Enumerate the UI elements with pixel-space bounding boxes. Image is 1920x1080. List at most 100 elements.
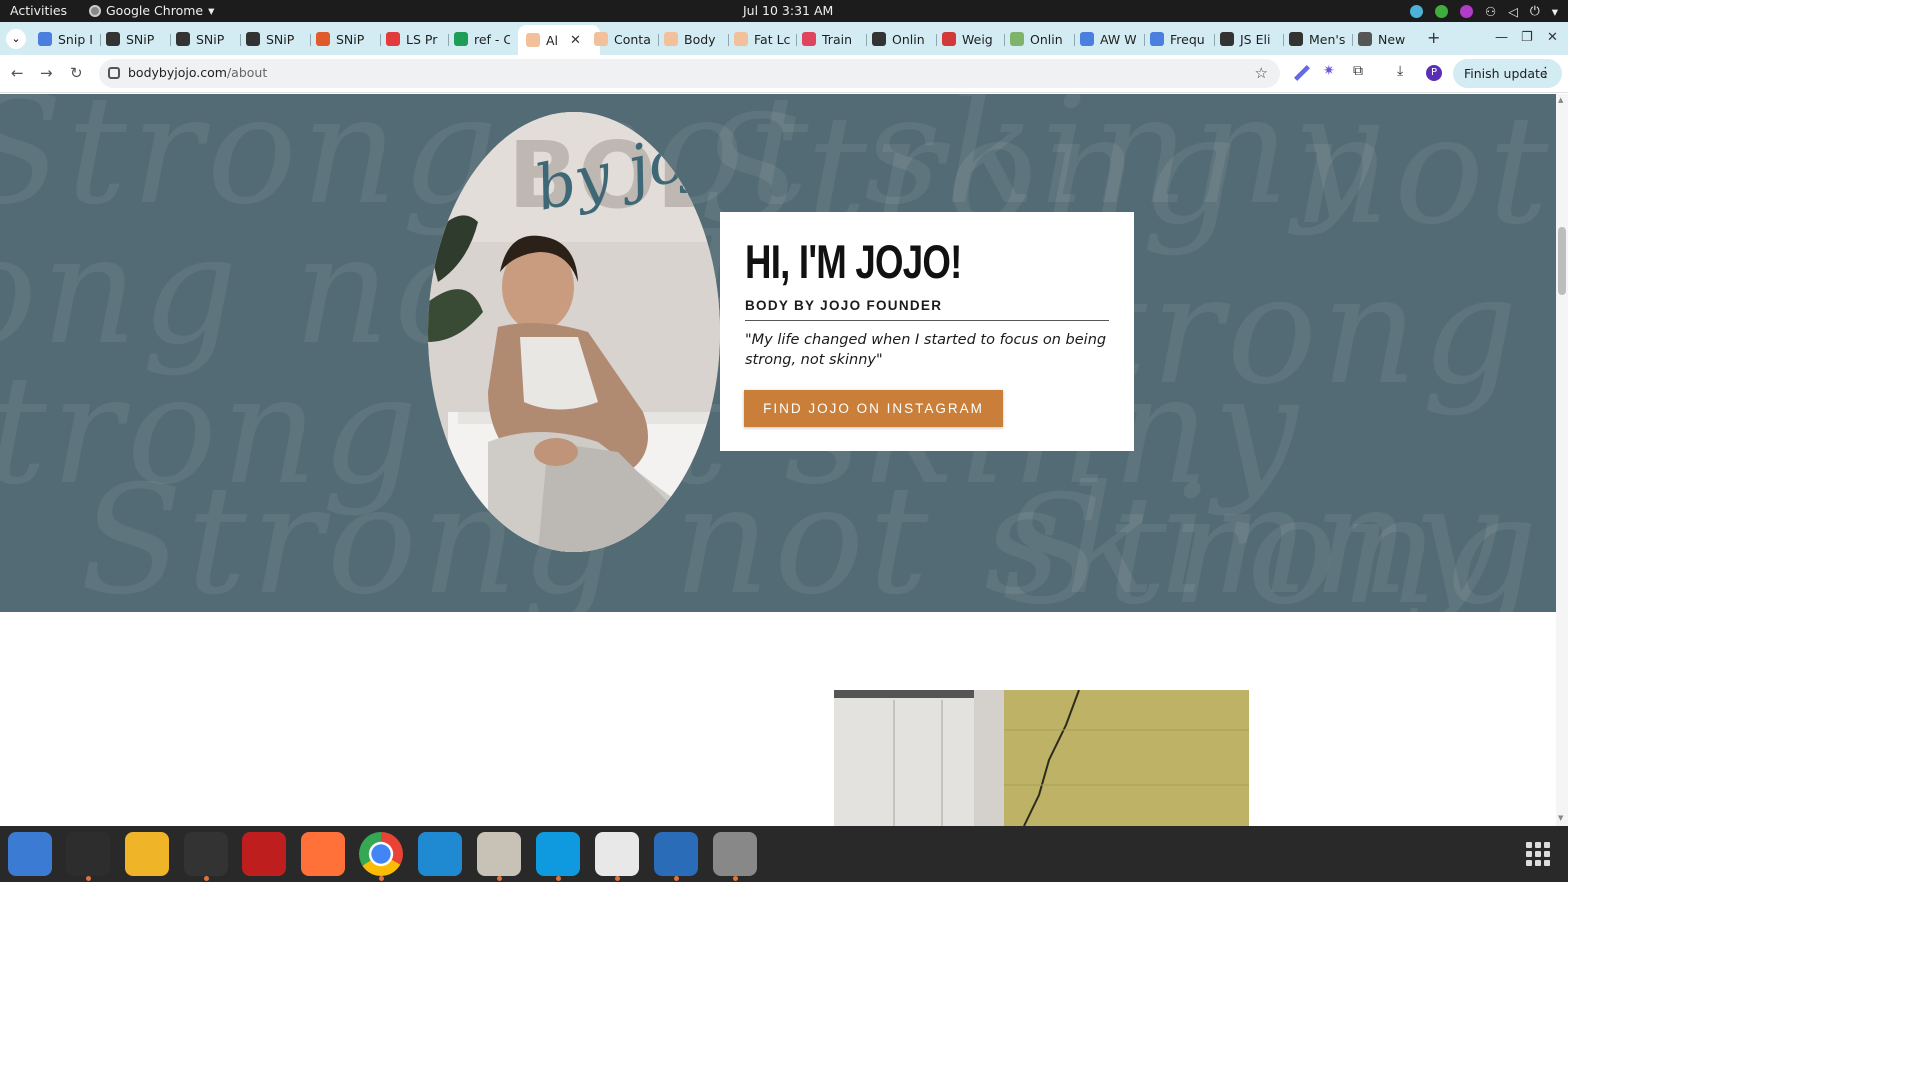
volume-icon[interactable]: ◁ bbox=[1508, 4, 1518, 19]
tab-separator bbox=[866, 34, 867, 46]
tab-separator bbox=[380, 34, 381, 46]
gym-wall-photo bbox=[834, 690, 1249, 826]
browser-tab[interactable]: SNiP bbox=[106, 28, 162, 50]
tab-label: Train bbox=[822, 31, 852, 47]
script-pattern-text: Strong not skinny bbox=[1000, 464, 1556, 612]
scroll-down-icon[interactable]: ▼ bbox=[1558, 814, 1563, 822]
document-viewer-icon[interactable] bbox=[654, 832, 698, 876]
url-text[interactable]: bodybyjojo.com/about bbox=[128, 65, 267, 80]
page-scrollbar[interactable]: ▲ ▼ bbox=[1556, 94, 1568, 826]
browser-tab[interactable]: Train bbox=[802, 28, 858, 50]
sync-icon[interactable] bbox=[1409, 4, 1423, 18]
browser-tab[interactable]: Fat Lc bbox=[734, 28, 790, 50]
site-info-icon[interactable] bbox=[108, 67, 120, 79]
scroll-up-icon[interactable]: ▲ bbox=[1558, 96, 1563, 104]
close-window-icon[interactable]: ✕ bbox=[1547, 30, 1558, 45]
browser-tab[interactable]: ref - C bbox=[454, 28, 510, 50]
browser-tab[interactable]: AW W bbox=[1080, 28, 1136, 50]
check-icon[interactable] bbox=[1434, 4, 1448, 18]
tab-separator bbox=[1144, 34, 1145, 46]
browser-tab[interactable]: Frequ bbox=[1150, 28, 1206, 50]
intro-card: HI, I'M JOJO! BODY BY JOJO FOUNDER "My l… bbox=[720, 212, 1134, 451]
profile-avatar[interactable]: P bbox=[1426, 65, 1442, 81]
browser-tab[interactable]: JS Eli bbox=[1220, 28, 1276, 50]
bookmark-star-icon[interactable]: ☆ bbox=[1255, 64, 1268, 82]
tab-label: Body bbox=[684, 31, 716, 47]
running-indicator bbox=[733, 876, 738, 881]
page-viewport: Strong not skinny Strong not skinny Stro… bbox=[0, 94, 1556, 826]
extension-tray-icon[interactable] bbox=[1459, 4, 1473, 18]
caret-down-icon: ▾ bbox=[208, 3, 215, 18]
kebab-menu-icon[interactable]: ⋮ bbox=[1539, 65, 1552, 80]
instagram-button[interactable]: FIND JOJO ON INSTAGRAM bbox=[744, 390, 1003, 427]
browser-tab[interactable]: Onlin bbox=[1010, 28, 1066, 50]
show-apps-icon[interactable] bbox=[1526, 842, 1550, 866]
activities-button[interactable]: Activities bbox=[10, 3, 67, 18]
files-icon[interactable] bbox=[477, 832, 521, 876]
close-tab-icon[interactable]: ✕ bbox=[570, 33, 581, 48]
dock bbox=[0, 826, 1568, 882]
tab-favicon-icon bbox=[1220, 32, 1234, 46]
network-icon[interactable]: ⚇ bbox=[1485, 4, 1496, 19]
thunderbird-icon[interactable] bbox=[8, 832, 52, 876]
tab-favicon-icon bbox=[872, 32, 886, 46]
disk-icon[interactable] bbox=[713, 832, 757, 876]
download-icon[interactable]: ⤓ bbox=[1397, 63, 1413, 79]
page-title: HI, I'M JOJO! bbox=[745, 235, 962, 288]
browser-tab[interactable]: Body bbox=[664, 28, 720, 50]
divider bbox=[745, 320, 1109, 321]
restore-icon[interactable]: ❐ bbox=[1521, 30, 1533, 45]
browser-tab[interactable]: LS Pr bbox=[386, 28, 442, 50]
tray-caret-icon[interactable]: ▾ bbox=[1552, 4, 1558, 19]
browser-tab[interactable]: Al ✕ bbox=[518, 25, 600, 55]
back-icon[interactable]: ← bbox=[11, 64, 24, 82]
browser-tab[interactable]: Conta bbox=[594, 28, 650, 50]
browser-toolbar: ← → ↻ bodybyjojo.com/about ☆ ✷ ⧉ ⤓ P Fin… bbox=[0, 55, 1568, 93]
calculator-icon[interactable] bbox=[125, 832, 169, 876]
browser-tab[interactable]: New bbox=[1358, 28, 1414, 50]
tab-label: Onlin bbox=[1030, 31, 1063, 47]
browser-tab[interactable]: Weig bbox=[942, 28, 998, 50]
firefox-icon[interactable] bbox=[301, 832, 345, 876]
browser-tab[interactable]: SNiP bbox=[246, 28, 302, 50]
clock[interactable]: Jul 10 3:31 AM bbox=[743, 3, 833, 18]
system-monitor-icon[interactable] bbox=[184, 832, 228, 876]
finish-update-button[interactable]: Finish update ⋮ bbox=[1453, 59, 1562, 88]
extensions-puzzle-icon[interactable]: ⧉ bbox=[1353, 63, 1369, 79]
power-icon[interactable]: ⏻ bbox=[1530, 3, 1540, 19]
chrome-icon[interactable] bbox=[359, 832, 403, 876]
tab-favicon-icon bbox=[942, 32, 956, 46]
tab-search-icon[interactable]: ⌄ bbox=[6, 29, 26, 49]
forward-icon[interactable]: → bbox=[40, 64, 53, 82]
browser-tab[interactable]: Men's bbox=[1289, 28, 1345, 50]
skype-icon[interactable] bbox=[536, 832, 580, 876]
terminal-icon[interactable] bbox=[66, 832, 110, 876]
tab-separator bbox=[1214, 34, 1215, 46]
tab-strip: ⌄ Snip I SNiP SNiP SNiP SNiP LS Pr ref - C Al ✕ C… bbox=[0, 22, 1568, 55]
portrait-illustration: BODY by jojo bbox=[428, 112, 720, 552]
tab-separator bbox=[100, 34, 101, 46]
filezilla-icon[interactable] bbox=[242, 832, 286, 876]
tab-favicon-icon bbox=[1010, 32, 1024, 46]
browser-tab[interactable]: Snip I bbox=[38, 28, 94, 50]
about-hero-section: Strong not skinny Strong not skinny Stro… bbox=[0, 94, 1556, 612]
tab-favicon-icon bbox=[526, 33, 540, 47]
running-indicator bbox=[379, 876, 384, 881]
tab-favicon-icon bbox=[38, 32, 52, 46]
scrollbar-thumb[interactable] bbox=[1558, 227, 1566, 295]
app-menu[interactable]: Google Chrome ▾ bbox=[89, 3, 214, 18]
minimize-icon[interactable]: — bbox=[1495, 30, 1508, 45]
tab-label: ref - C bbox=[474, 31, 510, 47]
pen-extension-icon[interactable] bbox=[1294, 65, 1310, 81]
system-tray[interactable]: ⚇ ◁ ⏻ ▾ bbox=[1409, 3, 1558, 19]
browser-tab[interactable]: SNiP bbox=[316, 28, 372, 50]
text-editor-icon[interactable] bbox=[595, 832, 639, 876]
jojo-portrait-photo: BODY by jojo bbox=[428, 112, 720, 552]
vscode-icon[interactable] bbox=[418, 832, 462, 876]
browser-tab[interactable]: SNiP bbox=[176, 28, 232, 50]
address-bar[interactable]: bodybyjojo.com/about ☆ bbox=[99, 59, 1280, 88]
ai-extension-icon[interactable]: ✷ bbox=[1323, 63, 1339, 79]
reload-icon[interactable]: ↻ bbox=[70, 64, 83, 82]
new-tab-icon[interactable]: + bbox=[1427, 28, 1440, 47]
browser-tab[interactable]: Onlin bbox=[872, 28, 928, 50]
